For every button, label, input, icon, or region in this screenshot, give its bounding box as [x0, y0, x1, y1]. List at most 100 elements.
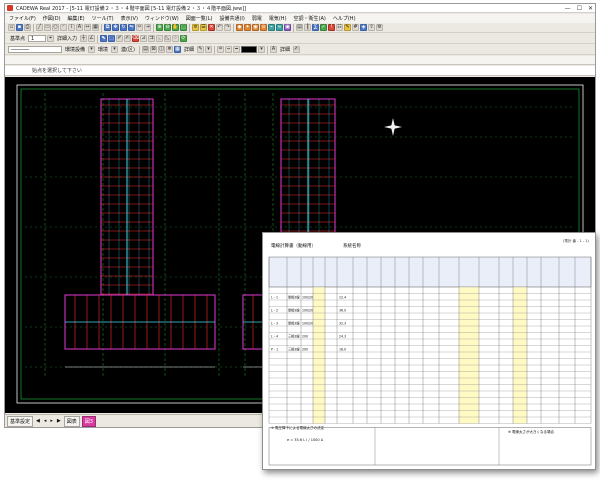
menu-tools[interactable]: ツール(T) — [92, 15, 114, 22]
brush-icon[interactable]: ✍ — [124, 35, 132, 42]
fit-icon[interactable]: ⬚ — [180, 24, 187, 31]
rectangle-icon[interactable]: ▭ — [44, 24, 51, 31]
menu-hvac[interactable]: 空調・衛生(A) — [294, 15, 326, 22]
offset-icon[interactable]: ⇉ — [148, 35, 156, 42]
chamfer-icon[interactable]: ◺ — [164, 35, 172, 42]
chevron-down-icon[interactable]: ▾ — [204, 46, 212, 53]
snap-icon[interactable]: ⌖ — [47, 35, 55, 42]
refresh-icon[interactable]: ⟳ — [180, 35, 188, 42]
new-icon[interactable]: ▫ — [8, 24, 15, 31]
minimize-button[interactable]: — — [565, 5, 571, 12]
undo-icon[interactable]: ↶ — [216, 24, 223, 31]
menu-window[interactable]: ウィンドウ(W) — [145, 15, 179, 22]
list-icon[interactable]: ☷ — [336, 24, 343, 31]
tab-page[interactable]: 図表 — [63, 415, 80, 427]
arc-icon[interactable]: ◜ — [60, 24, 67, 31]
wiring-icon[interactable]: ⌁ — [268, 24, 275, 31]
nav-prev-icon[interactable]: ◂ — [43, 418, 48, 424]
chevron-down-icon[interactable]: ▾ — [257, 46, 265, 53]
detail-icon[interactable]: ▦ — [173, 46, 181, 53]
tab-active[interactable]: 図3 — [81, 415, 96, 427]
layer-icon[interactable]: ≡ — [192, 24, 199, 31]
maximize-button[interactable]: ☐ — [577, 5, 582, 12]
brush-icon[interactable]: ✍ — [292, 46, 300, 53]
export-icon[interactable]: ⇪ — [368, 24, 375, 31]
redo-icon[interactable]: ↷ — [224, 24, 231, 31]
ortho-icon[interactable]: ┼ — [80, 35, 88, 42]
select-icon[interactable]: ⬉ — [100, 35, 108, 42]
menu-equipment[interactable]: 設備共通(I) — [219, 15, 244, 22]
mirror-icon[interactable]: ⇋ — [128, 24, 135, 31]
save-icon[interactable]: ▪ — [16, 24, 23, 31]
copy-icon[interactable]: ⧉ — [104, 24, 111, 31]
trim-icon[interactable]: ✂ — [136, 24, 143, 31]
close-button[interactable]: ✕ — [588, 5, 593, 12]
print-icon[interactable]: ⎙ — [24, 24, 31, 31]
settings-icon[interactable]: ⚙ — [376, 24, 383, 31]
extend-icon[interactable]: ⇥ — [144, 24, 151, 31]
nav-last-icon[interactable]: ▶ — [56, 418, 62, 424]
menu-drawing-list[interactable]: 図面一覧(L) — [186, 15, 213, 22]
grid-icon[interactable]: # — [352, 24, 359, 31]
dimension-icon[interactable]: ↔ — [84, 24, 91, 31]
pen-icon[interactable]: ✐ — [116, 35, 124, 42]
lineweight-icon[interactable]: ━ — [232, 46, 240, 53]
linestyle-icon[interactable]: ┅ — [224, 46, 232, 53]
lighting-icon[interactable]: ✦ — [244, 24, 251, 31]
panel-icon[interactable]: ▣ — [284, 24, 291, 31]
duct-icon[interactable]: ▤ — [296, 24, 303, 31]
menu-file[interactable]: ファイル(F) — [9, 15, 36, 22]
hatch-icon[interactable]: ▦ — [92, 24, 99, 31]
symbol-icon[interactable]: ◆ — [236, 24, 243, 31]
3d-icon[interactable]: ◈ — [360, 24, 367, 31]
line-icon[interactable]: ╱ — [36, 24, 43, 31]
menu-weak-current[interactable]: 弱電 — [252, 15, 262, 22]
chevron-down-icon[interactable]: ▾ — [111, 46, 119, 53]
array-icon[interactable]: ⁘ — [172, 35, 180, 42]
polyline-icon[interactable]: ⌇ — [68, 24, 75, 31]
zoom-out-icon[interactable]: ⊖ — [164, 24, 171, 31]
pipe-icon[interactable]: ║ — [304, 24, 311, 31]
chevron-down-icon[interactable]: ▾ — [88, 46, 96, 53]
nav-first-icon[interactable]: ◀ — [35, 418, 41, 424]
rotate-icon[interactable]: ↻ — [120, 24, 127, 31]
check-icon[interactable]: ✓ — [320, 24, 327, 31]
layer-lock-icon[interactable]: ⊠ — [149, 46, 157, 53]
pen-icon[interactable]: ✎ — [196, 46, 204, 53]
menu-electric[interactable]: 電気(H) — [269, 15, 287, 22]
note-icon[interactable]: ✎ — [344, 24, 351, 31]
outlet-icon[interactable]: ◉ — [252, 24, 259, 31]
linewidth-icon[interactable]: ═ — [216, 46, 224, 53]
window-select-icon[interactable]: ⬚ — [108, 35, 116, 42]
scale-select[interactable]: 1 — [28, 35, 47, 42]
zoom-icon[interactable]: ⊕ — [156, 24, 163, 31]
nav-next-icon[interactable]: ▸ — [49, 418, 54, 424]
row-type: 三相3線 — [288, 347, 300, 352]
polar-icon[interactable]: ∠ — [88, 35, 96, 42]
cable-icon[interactable]: ≈ — [276, 24, 283, 31]
linetype-select[interactable]: ────── — [8, 46, 62, 53]
menu-edit[interactable]: 編集(E) — [68, 15, 85, 22]
menu-draw[interactable]: 作図(D) — [43, 15, 61, 22]
layer-off-icon[interactable]: ◫ — [157, 46, 165, 53]
erase-icon[interactable]: ⌫ — [132, 35, 139, 42]
circle-icon[interactable]: ○ — [52, 24, 59, 31]
error-icon[interactable]: ! — [328, 24, 335, 31]
text-icon[interactable]: A — [76, 24, 83, 31]
pan-icon[interactable]: ✋ — [172, 24, 179, 31]
move-icon[interactable]: ✥ — [112, 24, 119, 31]
delete-icon[interactable]: ✕ — [208, 24, 215, 31]
tab-model[interactable]: 基準設定 — [7, 415, 34, 427]
switch-icon[interactable]: ⊙ — [260, 24, 267, 31]
menu-help[interactable]: ヘルプ(H) — [333, 15, 356, 22]
toolbar-divider — [266, 45, 268, 54]
layer-freeze-icon[interactable]: ❄ — [165, 46, 173, 53]
text-icon[interactable]: A — [269, 46, 277, 53]
color-swatch[interactable] — [240, 46, 257, 53]
calc-icon[interactable]: ∑ — [312, 24, 319, 31]
layer-icon[interactable]: ▤ — [141, 46, 149, 53]
menu-view[interactable]: 表示(V) — [121, 15, 138, 22]
property-icon[interactable]: ☰ — [200, 24, 207, 31]
measure-icon[interactable]: ⊿ — [140, 35, 148, 42]
fillet-icon[interactable]: ◟ — [156, 35, 164, 42]
